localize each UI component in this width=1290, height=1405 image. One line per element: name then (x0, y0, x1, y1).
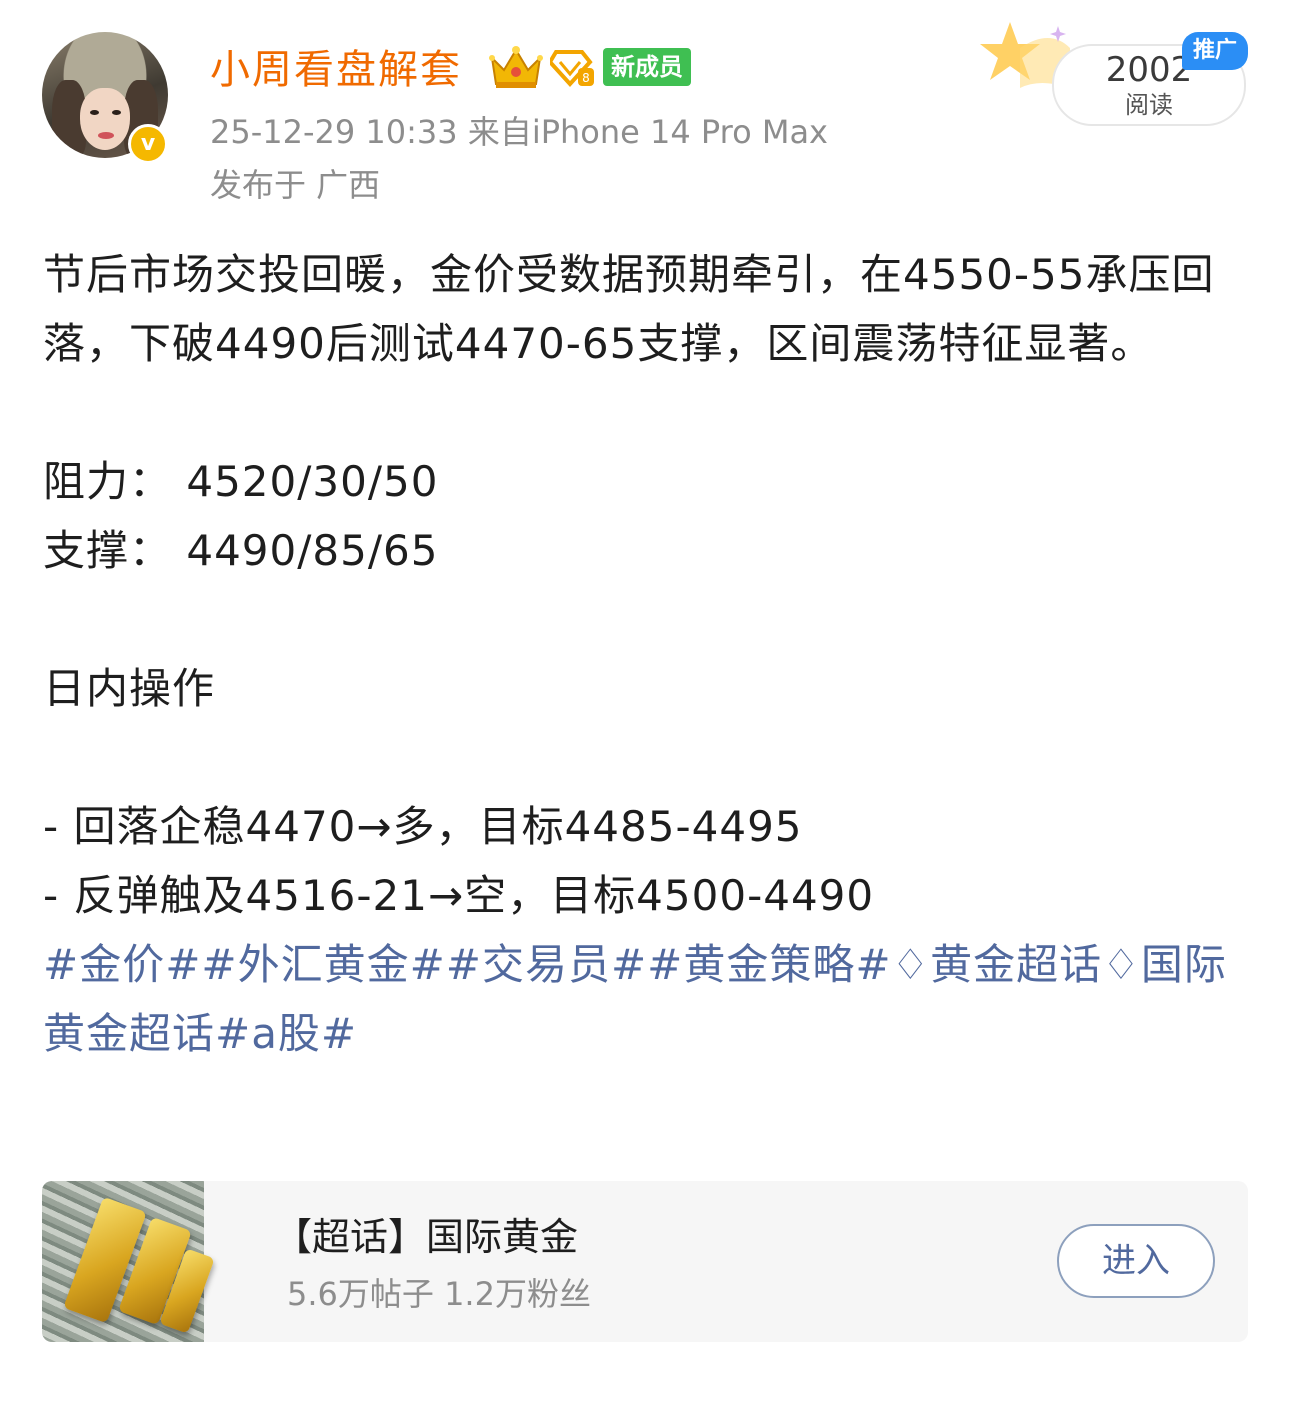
topic-thumbnail (42, 1181, 215, 1342)
avatar-face (80, 88, 130, 150)
topic-title[interactable]: 【超话】国际黄金 (274, 1211, 578, 1263)
weibo-post: v 小周看盘解套 8 新成员 25-12-29 10:33 来自iPhone 1… (0, 0, 1290, 1405)
hashtag-links[interactable]: #金价##外汇黄金##交易员##黄金策略#♢黄金超话♢国际黄金超话#a股# (43, 930, 1248, 1068)
verified-icon: v (128, 124, 168, 164)
crown-icon[interactable] (488, 44, 544, 90)
post-paragraph: 节后市场交投回暖，金价受数据预期牵引，在4550-55承压回落，下破4490后测… (43, 250, 1215, 368)
diamond-badge-icon[interactable]: 8 (550, 48, 596, 88)
svg-text:8: 8 (582, 71, 590, 85)
promo-tag[interactable]: 推广 (1182, 32, 1248, 70)
post-time-source: 25-12-29 10:33 来自iPhone 14 Pro Max (210, 113, 828, 151)
trade-line-long: - 回落企稳4470→多，目标4485-4495 (43, 802, 803, 851)
avatar-eye-right (112, 110, 121, 115)
trade-line-short: - 反弹触及4516-21→空，目标4500-4490 (43, 871, 875, 920)
intraday-heading: 日内操作 (43, 664, 216, 713)
post-body: 节后市场交投回暖，金价受数据预期牵引，在4550-55承压回落，下破4490后测… (43, 240, 1248, 1068)
topic-stats: 5.6万帖子 1.2万粉丝 (287, 1275, 591, 1313)
avatar-lip (98, 132, 114, 139)
username[interactable]: 小周看盘解套 (210, 44, 462, 96)
resistance-line: 阻力： 4520/30/50 (43, 457, 439, 506)
avatar-eye-left (90, 110, 99, 115)
post-location: 发布于 广西 (210, 166, 381, 204)
topic-card[interactable]: 【超话】国际黄金 5.6万帖子 1.2万粉丝 进入 (42, 1181, 1248, 1342)
new-member-badge: 新成员 (603, 48, 691, 86)
support-line: 支撑： 4490/85/65 (43, 526, 439, 575)
read-label: 阅读 (1125, 91, 1173, 119)
enter-button[interactable]: 进入 (1057, 1224, 1215, 1298)
